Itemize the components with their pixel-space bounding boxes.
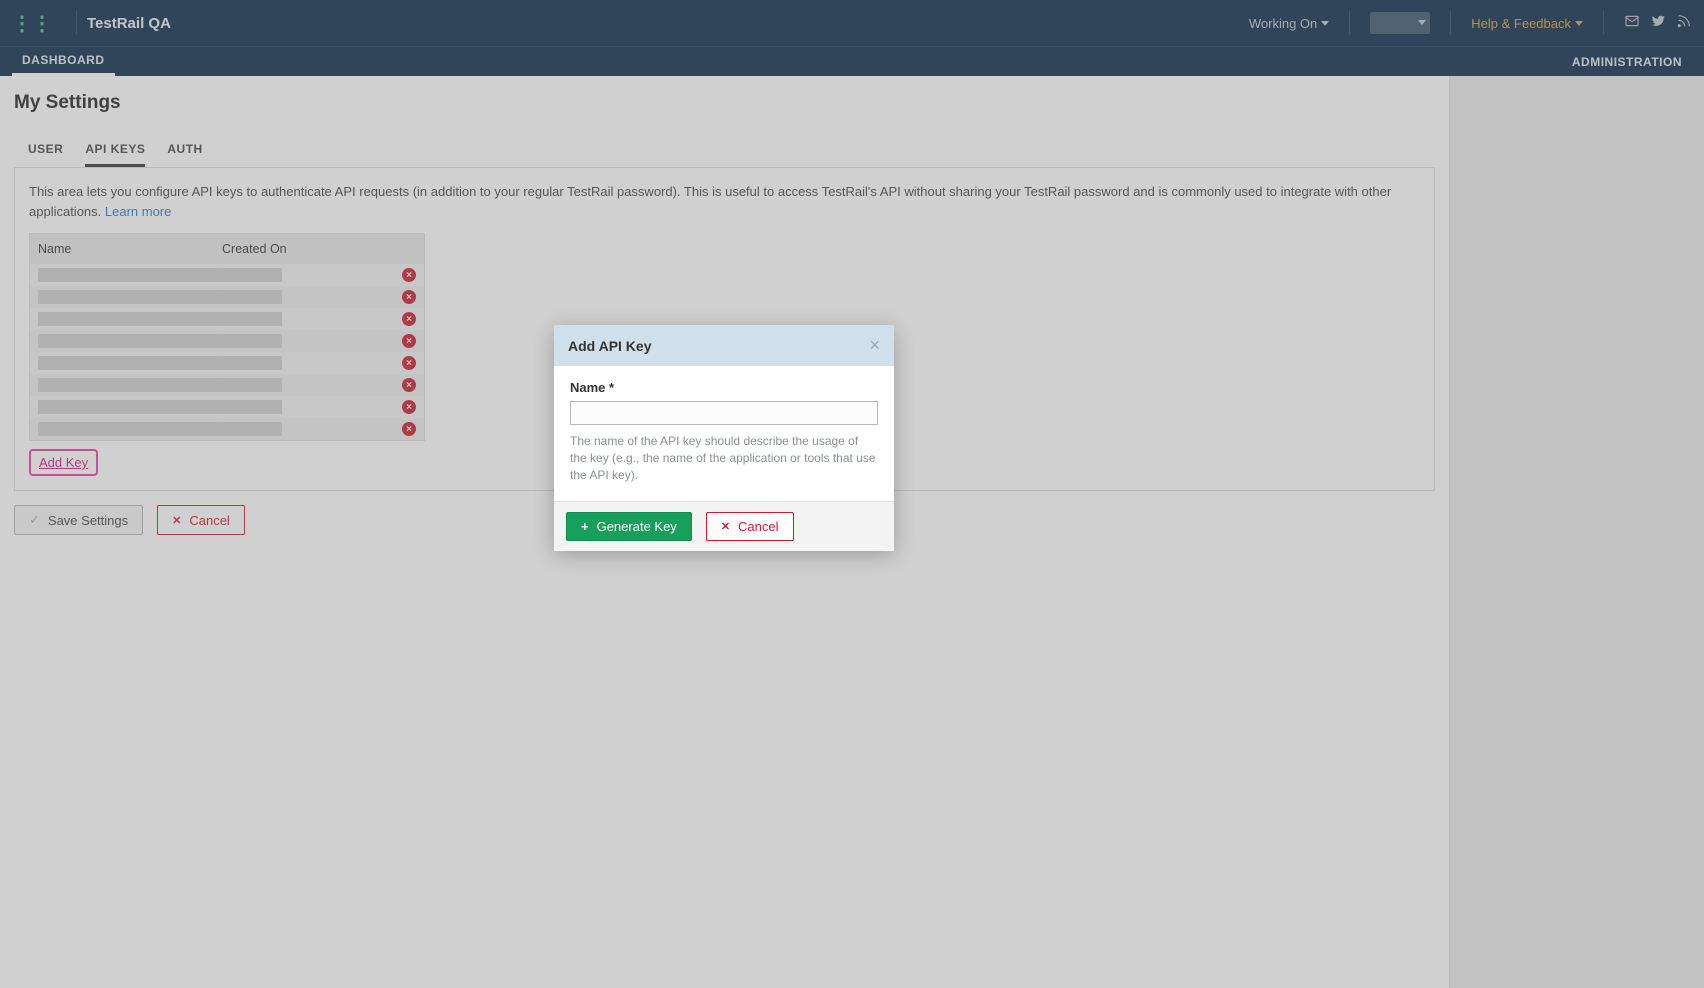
modal-footer: + Generate Key ✕ Cancel [554,501,894,551]
modal-body: Name * The name of the API key should de… [554,366,894,501]
x-icon: ✕ [721,520,730,533]
plus-icon: + [581,519,589,534]
name-label: Name * [570,380,878,395]
modal-title: Add API Key [568,338,652,354]
name-help: The name of the API key should describe … [570,433,878,483]
modal-header: Add API Key × [554,325,894,366]
generate-key-button[interactable]: + Generate Key [566,512,692,541]
modal-cancel-button[interactable]: ✕ Cancel [706,512,794,541]
close-icon[interactable]: × [869,335,880,356]
add-api-key-modal: Add API Key × Name * The name of the API… [554,325,894,551]
modal-cancel-label: Cancel [738,519,778,534]
generate-label: Generate Key [597,519,677,534]
name-input[interactable] [570,401,878,425]
